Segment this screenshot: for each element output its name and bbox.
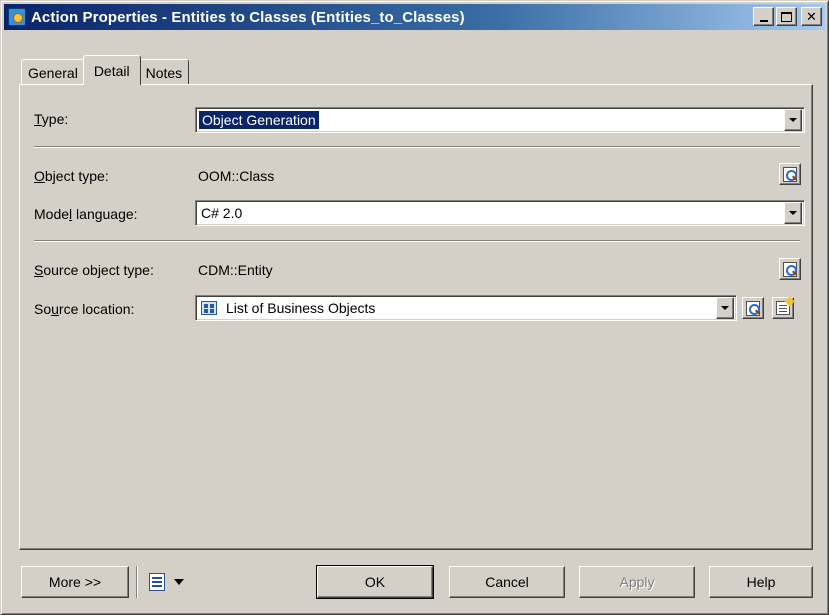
divider bbox=[34, 240, 800, 242]
type-label-rest: ype: bbox=[41, 111, 69, 127]
tab-notes[interactable]: Notes bbox=[138, 59, 190, 85]
cancel-button[interactable]: Cancel bbox=[449, 566, 565, 598]
object-type-row: Object type: bbox=[34, 168, 109, 184]
action-properties-dialog: Action Properties - Entities to Classes … bbox=[0, 0, 829, 615]
window-title: Action Properties - Entities to Classes … bbox=[31, 8, 465, 26]
model-language-select[interactable]: C# 2.0 bbox=[195, 200, 805, 226]
tab-general[interactable]: General bbox=[21, 59, 85, 85]
close-icon: ✕ bbox=[806, 9, 817, 24]
source-object-type-properties-button[interactable] bbox=[779, 258, 801, 280]
chevron-down-icon[interactable] bbox=[784, 109, 802, 131]
source-location-label: Source location: bbox=[34, 301, 135, 317]
chevron-down-icon[interactable] bbox=[784, 202, 802, 224]
type-select[interactable]: Object Generation bbox=[195, 107, 805, 133]
object-type-label-rest: bject type: bbox=[44, 168, 109, 184]
source-object-type-value: CDM::Entity bbox=[198, 262, 273, 278]
model-language-label: Model language: bbox=[34, 206, 138, 222]
chevron-down-icon bbox=[174, 579, 184, 585]
source-object-type-row: Source object type: bbox=[34, 262, 154, 278]
close-button[interactable]: ✕ bbox=[801, 7, 822, 26]
source-location-value: List of Business Objects bbox=[226, 300, 376, 316]
business-objects-list-icon bbox=[201, 301, 217, 315]
object-type-properties-button[interactable] bbox=[779, 163, 801, 185]
maximize-icon bbox=[781, 11, 792, 22]
ok-button[interactable]: OK bbox=[316, 565, 434, 599]
source-object-type-label: Source object type: bbox=[34, 262, 154, 278]
source-location-create-button[interactable] bbox=[772, 297, 794, 319]
model-language-value: C# 2.0 bbox=[201, 205, 243, 221]
type-value: Object Generation bbox=[198, 110, 320, 130]
tab-detail[interactable]: Detail bbox=[82, 55, 141, 85]
source-location-properties-button[interactable] bbox=[742, 297, 764, 319]
title-bar[interactable]: Action Properties - Entities to Classes … bbox=[4, 4, 825, 30]
more-button[interactable]: More >> bbox=[21, 566, 129, 598]
properties-icon bbox=[746, 300, 760, 316]
divider bbox=[136, 566, 138, 598]
minimize-button[interactable] bbox=[753, 7, 774, 26]
object-type-label: Object type: bbox=[34, 168, 109, 184]
properties-icon bbox=[783, 166, 797, 182]
object-type-value: OOM::Class bbox=[198, 168, 275, 184]
create-icon bbox=[776, 301, 790, 315]
source-location-select-text: List of Business Objects bbox=[196, 296, 716, 320]
action-icon bbox=[8, 8, 26, 26]
menu-dropdown-button[interactable] bbox=[149, 569, 184, 595]
tab-strip: General Detail Notes bbox=[21, 55, 190, 85]
help-button[interactable]: Help bbox=[709, 566, 813, 598]
type-label: Type: bbox=[34, 111, 69, 127]
source-location-row: Source location: bbox=[34, 301, 134, 317]
menu-icon bbox=[149, 573, 165, 591]
chevron-down-icon[interactable] bbox=[716, 297, 734, 319]
window-controls: ✕ bbox=[753, 7, 822, 26]
model-language-row: Model language: bbox=[34, 206, 138, 222]
type-select-text: Object Generation bbox=[196, 108, 784, 132]
type-row: Type: bbox=[34, 111, 68, 127]
minimize-icon bbox=[759, 19, 768, 22]
apply-button[interactable]: Apply bbox=[579, 566, 695, 598]
detail-panel: Type: Object Generation Object type: OOM… bbox=[19, 84, 813, 550]
maximize-button[interactable] bbox=[776, 7, 797, 26]
properties-icon bbox=[783, 261, 797, 277]
source-location-select[interactable]: List of Business Objects bbox=[195, 295, 737, 321]
divider bbox=[34, 146, 800, 148]
